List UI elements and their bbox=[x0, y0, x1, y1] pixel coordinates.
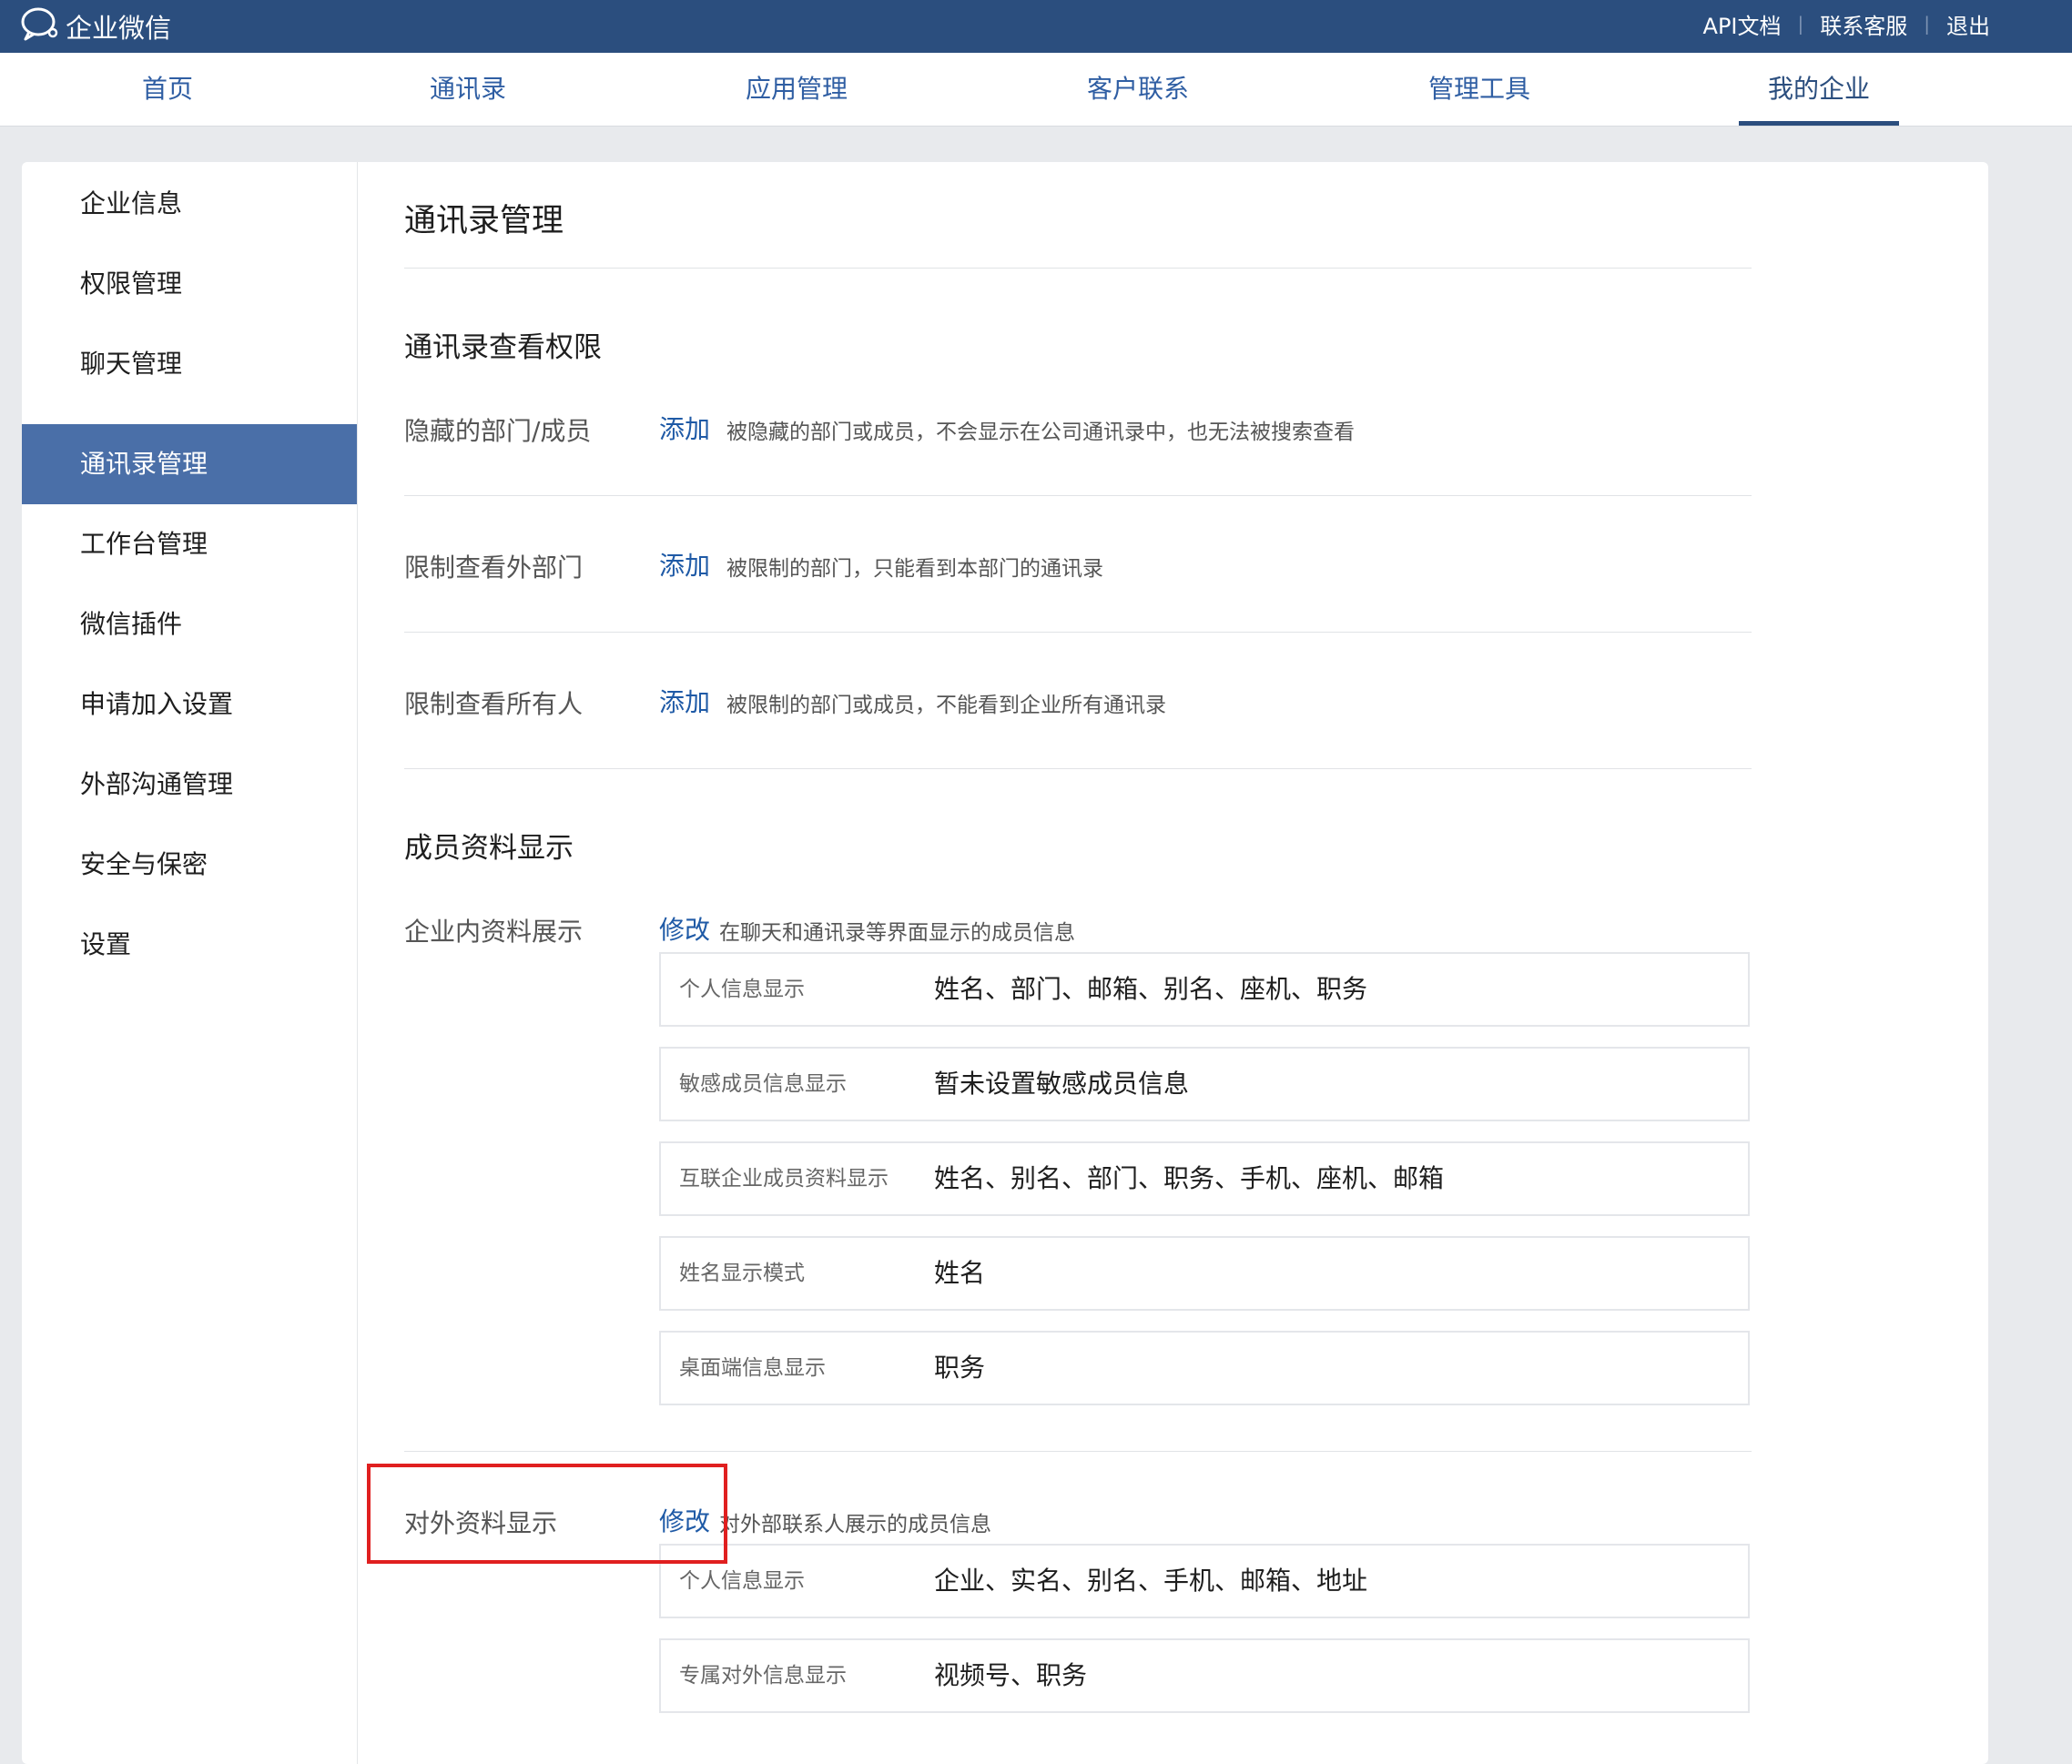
info-box-interconnected-info: 互联企业成员资料显示 姓名、别名、部门、职务、手机、座机、邮箱 bbox=[659, 1141, 1750, 1216]
tab-home[interactable]: 首页 bbox=[127, 53, 208, 126]
info-value: 姓名、部门、邮箱、别名、座机、职务 bbox=[934, 974, 1368, 1004]
info-box-desktop-info: 桌面端信息显示 职务 bbox=[659, 1331, 1750, 1405]
restrict-all-description: 被限制的部门或成员，不能看到企业所有通讯录 bbox=[726, 694, 1166, 717]
tab-management-tools[interactable]: 管理工具 bbox=[1420, 53, 1539, 126]
sidebar: 企业信息 权限管理 聊天管理 通讯录管理 工作台管理 微信插件 申请加入设置 外… bbox=[22, 162, 358, 1764]
sidebar-item-contacts-management[interactable]: 通讯录管理 bbox=[22, 424, 357, 504]
internal-display-description: 在聊天和通讯录等界面显示的成员信息 bbox=[719, 921, 1075, 945]
divider bbox=[404, 768, 1752, 769]
divider: | bbox=[1797, 13, 1804, 35]
tab-customer-contact[interactable]: 客户联系 bbox=[1079, 53, 1197, 126]
info-box-exclusive-external-info: 专属对外信息显示 视频号、职务 bbox=[659, 1638, 1750, 1713]
divider bbox=[404, 1451, 1752, 1452]
sidebar-item-settings[interactable]: 设置 bbox=[22, 905, 357, 985]
restrict-departments-description: 被限制的部门，只能看到本部门的通讯录 bbox=[726, 557, 1103, 581]
divider: | bbox=[1924, 13, 1930, 35]
info-key: 姓名显示模式 bbox=[679, 1262, 805, 1285]
sidebar-item-wechat-plugin[interactable]: 微信插件 bbox=[22, 584, 357, 664]
row-label-hidden-members: 隐藏的部门/成员 bbox=[404, 416, 592, 446]
row-label-restrict-all: 限制查看所有人 bbox=[404, 689, 584, 719]
sidebar-item-external-communication[interactable]: 外部沟通管理 bbox=[22, 745, 357, 825]
info-box-external-personal-info: 个人信息显示 企业、实名、别名、手机、邮箱、地址 bbox=[659, 1544, 1750, 1618]
tab-my-enterprise[interactable]: 我的企业 bbox=[1739, 53, 1899, 126]
add-restrict-all-link[interactable]: 添加 bbox=[659, 683, 710, 719]
logout-link[interactable]: 退出 bbox=[1946, 8, 1990, 40]
info-box-name-mode: 姓名显示模式 姓名 bbox=[659, 1236, 1750, 1311]
page-title: 通讯录管理 bbox=[404, 203, 564, 239]
sidebar-item-join-settings[interactable]: 申请加入设置 bbox=[22, 664, 357, 745]
tab-app-management[interactable]: 应用管理 bbox=[737, 53, 856, 126]
chat-bubble-icon bbox=[20, 5, 66, 48]
divider bbox=[404, 495, 1752, 496]
info-key: 互联企业成员资料显示 bbox=[679, 1167, 889, 1191]
external-display-description: 对外部联系人展示的成员信息 bbox=[719, 1513, 991, 1536]
logo[interactable]: 企业微信 bbox=[20, 5, 171, 47]
sidebar-item-chat-management[interactable]: 聊天管理 bbox=[22, 324, 357, 404]
content-card: 企业信息 权限管理 聊天管理 通讯录管理 工作台管理 微信插件 申请加入设置 外… bbox=[22, 162, 1988, 1764]
info-value: 姓名 bbox=[934, 1258, 986, 1288]
sidebar-item-enterprise-info[interactable]: 企业信息 bbox=[22, 164, 357, 244]
api-docs-link[interactable]: API文档 bbox=[1703, 8, 1782, 40]
info-value: 姓名、别名、部门、职务、手机、座机、邮箱 bbox=[934, 1163, 1445, 1193]
info-box-personal-info: 个人信息显示 姓名、部门、邮箱、别名、座机、职务 bbox=[659, 952, 1750, 1027]
info-value: 企业、实名、别名、手机、邮箱、地址 bbox=[934, 1566, 1368, 1596]
add-hidden-members-link[interactable]: 添加 bbox=[659, 410, 710, 446]
info-key: 桌面端信息显示 bbox=[679, 1356, 826, 1380]
section-heading-view-permissions: 通讯录查看权限 bbox=[404, 331, 602, 364]
top-bar: 企业微信 API文档 | 联系客服 | 退出 bbox=[0, 0, 2072, 53]
top-links: API文档 | 联系客服 | 退出 bbox=[1703, 0, 1990, 47]
sidebar-item-permissions[interactable]: 权限管理 bbox=[22, 244, 357, 324]
sidebar-item-workbench-management[interactable]: 工作台管理 bbox=[22, 504, 357, 584]
row-label-internal-display: 企业内资料展示 bbox=[404, 917, 584, 947]
info-value: 视频号、职务 bbox=[934, 1660, 1088, 1690]
main-nav: 首页 通讯录 应用管理 客户联系 管理工具 我的企业 bbox=[0, 53, 2072, 127]
row-label-restrict-other-departments: 限制查看外部门 bbox=[404, 553, 584, 583]
info-key: 敏感成员信息显示 bbox=[679, 1072, 847, 1096]
sidebar-item-security[interactable]: 安全与保密 bbox=[22, 825, 357, 905]
divider bbox=[404, 632, 1752, 633]
divider bbox=[404, 268, 1752, 269]
add-restrict-departments-link[interactable]: 添加 bbox=[659, 546, 710, 583]
info-key: 专属对外信息显示 bbox=[679, 1664, 847, 1688]
highlight-annotation-box bbox=[367, 1464, 727, 1564]
info-key: 个人信息显示 bbox=[679, 978, 805, 1001]
info-value: 暂未设置敏感成员信息 bbox=[934, 1069, 1190, 1099]
section-heading-member-display: 成员资料显示 bbox=[404, 832, 574, 865]
info-value: 职务 bbox=[934, 1353, 986, 1383]
contact-support-link[interactable]: 联系客服 bbox=[1820, 8, 1907, 40]
tab-contacts[interactable]: 通讯录 bbox=[421, 53, 515, 126]
info-box-sensitive-info: 敏感成员信息显示 暂未设置敏感成员信息 bbox=[659, 1047, 1750, 1121]
hidden-members-description: 被隐藏的部门或成员，不会显示在公司通讯录中，也无法被搜索查看 bbox=[726, 421, 1355, 444]
logo-text: 企业微信 bbox=[66, 13, 172, 44]
edit-internal-display-link[interactable]: 修改 bbox=[659, 910, 710, 947]
